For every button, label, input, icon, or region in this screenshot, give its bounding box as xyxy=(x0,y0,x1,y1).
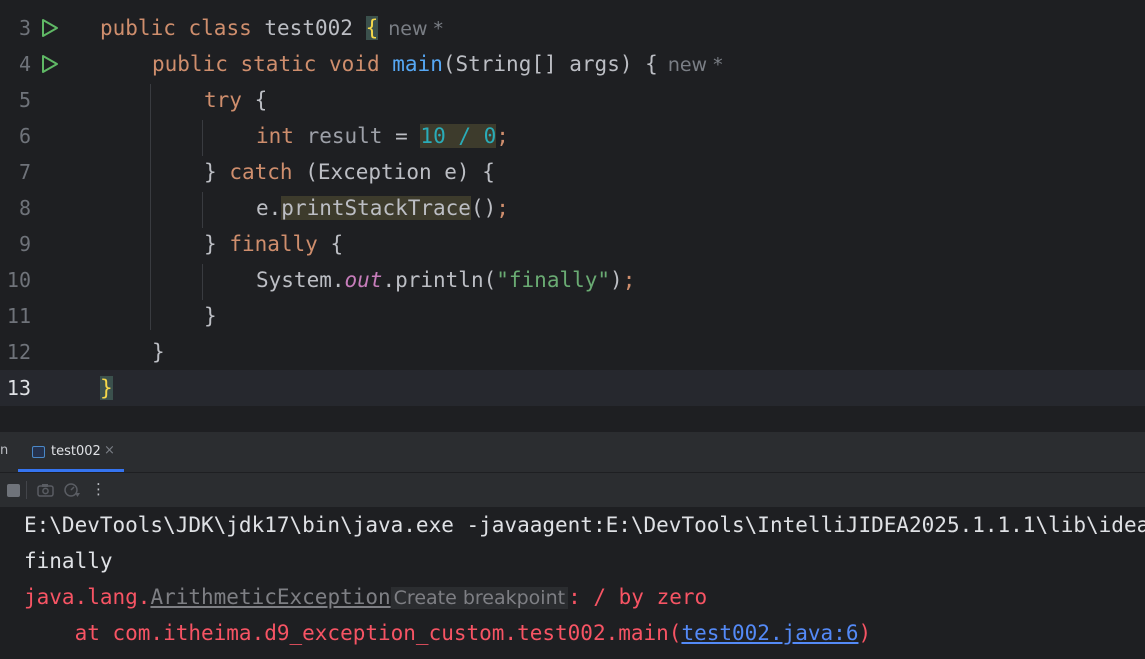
exception-message: : / by zero xyxy=(568,585,708,609)
code-token: try xyxy=(204,88,242,112)
source-link[interactable]: test002.java:6 xyxy=(681,621,858,645)
console-stacktrace-line: at com.itheima.d9_exception_custom.test0… xyxy=(24,615,872,651)
console-icon xyxy=(32,446,45,458)
code-line[interactable]: 4 public static void main(String[] args)… xyxy=(0,46,1145,82)
code-token: .println( xyxy=(382,268,497,292)
code-token: main xyxy=(392,52,443,76)
console-output[interactable]: E:\DevTools\JDK\jdk17\bin\java.exe -java… xyxy=(0,507,1145,659)
code-line[interactable]: 11 } xyxy=(0,298,1145,334)
tab-label: test002 xyxy=(51,444,101,459)
code-token: () xyxy=(470,196,497,220)
code-editor[interactable]: 3 public class test002 { new * 4 public s… xyxy=(0,0,1145,432)
tab-test002[interactable]: test002 × xyxy=(18,432,124,472)
line-number: 6 xyxy=(18,124,31,148)
code-line[interactable]: 10 System.out.println("finally"); xyxy=(0,262,1145,298)
code-token: } xyxy=(204,160,217,184)
line-number: 12 xyxy=(6,340,31,364)
line-number: 11 xyxy=(6,304,31,328)
code-token: ) xyxy=(610,268,623,292)
code-token: } xyxy=(204,304,217,328)
active-tab-indicator xyxy=(18,469,124,472)
run-icon[interactable] xyxy=(40,54,60,74)
close-icon[interactable]: × xyxy=(104,443,115,458)
run-tab-bar: n test002 × xyxy=(0,432,1145,473)
code-token: int xyxy=(256,124,294,148)
camera-icon[interactable] xyxy=(37,483,54,497)
previous-tab-fragment[interactable]: n xyxy=(0,443,8,458)
line-number: 3 xyxy=(18,16,31,40)
code-token: out xyxy=(344,268,383,292)
line-number: 5 xyxy=(18,88,31,112)
stacktrace-prefix: at com.itheima.d9_exception_custom.test0… xyxy=(24,621,682,645)
code-token: public xyxy=(100,16,176,40)
run-toolbar: ⋮ xyxy=(0,473,1145,507)
code-token: class xyxy=(188,16,252,40)
run-tool-window: n test002 × ⋮ E:\DevTools\JDK\jdk17\bin\… xyxy=(0,432,1145,659)
code-token: { xyxy=(645,52,658,76)
code-token: ; xyxy=(496,196,509,220)
exception-package: java.lang. xyxy=(24,585,151,609)
inlay-hint[interactable]: new * xyxy=(668,54,723,76)
code-line[interactable]: 6 int result = 10 / 0; xyxy=(0,118,1145,154)
code-line-current[interactable]: 13 } xyxy=(0,370,1145,406)
code-token: public xyxy=(152,52,228,76)
line-number: 9 xyxy=(18,232,31,256)
code-token: = xyxy=(395,124,408,148)
code-token: result xyxy=(306,124,383,148)
code-line[interactable]: 3 public class test002 { new * xyxy=(0,10,1145,46)
line-number: 7 xyxy=(18,160,31,184)
code-token: ; xyxy=(622,268,636,292)
class-name: test002 xyxy=(264,16,353,40)
code-token: catch xyxy=(229,160,293,184)
code-token: } xyxy=(204,232,217,256)
code-token: "finally" xyxy=(496,268,611,292)
code-line[interactable]: 5 try { xyxy=(0,82,1145,118)
console-command-line: E:\DevTools\JDK\jdk17\bin\java.exe -java… xyxy=(24,513,1145,537)
inlay-hint[interactable]: new * xyxy=(388,18,443,40)
code-token: { xyxy=(330,232,344,256)
code-line[interactable]: 8 e.printStackTrace(); xyxy=(0,190,1145,226)
line-number: 13 xyxy=(6,376,31,400)
warning-highlight[interactable]: printStackTrace xyxy=(281,196,471,220)
rerun-icon[interactable] xyxy=(63,482,81,498)
line-number: 10 xyxy=(6,268,31,292)
console-exception-line: java.lang.ArithmeticException Create brea… xyxy=(24,579,707,616)
code-token: (String[] args) xyxy=(442,52,633,76)
brace-highlight: } xyxy=(100,376,113,400)
brace-highlight: { xyxy=(365,16,379,40)
stacktrace-suffix: ) xyxy=(858,621,872,645)
line-number: 4 xyxy=(18,52,31,76)
line-number: 8 xyxy=(18,196,31,220)
code-token: ; xyxy=(496,124,509,148)
code-token: static xyxy=(240,52,317,76)
code-token: } xyxy=(152,340,165,364)
code-token: void xyxy=(329,52,380,76)
code-token: System. xyxy=(256,268,345,292)
code-line[interactable]: 9 } finally { xyxy=(0,226,1145,262)
console-output-line: finally xyxy=(24,549,113,573)
code-token: (Exception e) { xyxy=(305,160,495,184)
exception-class-link[interactable]: ArithmeticException xyxy=(150,585,390,609)
code-line[interactable]: 12 } xyxy=(0,334,1145,370)
code-token: e. xyxy=(256,196,282,220)
run-icon[interactable] xyxy=(40,18,60,38)
code-token: { xyxy=(254,88,268,112)
code-line[interactable]: 7 } catch (Exception e) { xyxy=(0,154,1145,190)
warning-highlight[interactable]: 10 / 0 xyxy=(420,124,497,148)
more-icon[interactable]: ⋮ xyxy=(91,480,106,498)
code-token: finally xyxy=(229,232,318,256)
stop-icon[interactable] xyxy=(7,484,20,497)
create-breakpoint-link[interactable]: Create breakpoint xyxy=(390,587,569,609)
toolbar-separator xyxy=(26,481,27,499)
